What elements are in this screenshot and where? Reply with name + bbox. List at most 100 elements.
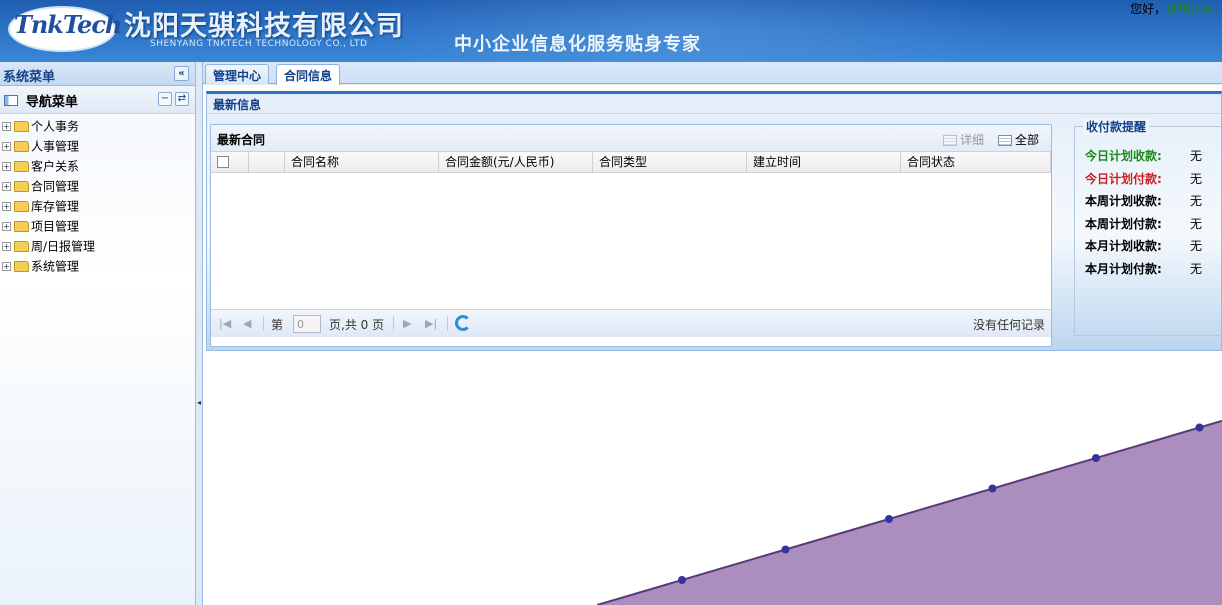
tree-item-system[interactable]: + 系统管理 [0,256,195,276]
area-chart [596,419,1222,605]
reminder-label: 今日计划收款: [1085,149,1162,163]
expand-icon[interactable]: + [2,162,11,171]
prev-page-icon[interactable]: ◀ [243,317,251,330]
column-contract-type[interactable]: 合同类型 [593,152,747,173]
news-panel: 最新信息 最新合同 详细 全部 合同名称 合同金额(元/人民币) 合同类型 建立… [206,91,1222,351]
refresh-icon[interactable] [455,315,471,331]
sidebar: 系统菜单 « 导航菜单 − ⇄ + 个人事务 + 人事管理 + 客户关系 + 合同管理 … [0,62,196,605]
tree-item-contracts[interactable]: + 合同管理 [0,176,195,196]
nav-menu-title: 导航菜单 [25,95,78,110]
folder-icon [14,241,29,252]
main-area: 管理中心 合同信息 最新信息 最新合同 详细 全部 合同名称 合同金额(元/人民… [203,62,1222,605]
expand-icon[interactable]: + [2,142,11,151]
tree-item-label: 系统管理 [31,259,80,274]
first-page-icon[interactable]: |◀ [219,317,231,330]
column-contract-amount[interactable]: 合同金额(元/人民币) [439,152,593,173]
nav-tree: + 个人事务 + 人事管理 + 客户关系 + 合同管理 + 库存管理 + 项目管理 + 周/日… [0,114,195,276]
tree-item-label: 周/日报管理 [31,239,96,254]
logo-text: TnkTech [14,10,122,39]
column-contract-status[interactable]: 合同状态 [901,152,1051,173]
reminder-today-pay: 今日计划付款: 无 [1085,170,1202,187]
select-all-checkbox[interactable] [217,155,229,168]
column-contract-name[interactable]: 合同名称 [285,152,439,173]
detail-button[interactable]: 详细 [943,131,984,148]
tree-item-hr[interactable]: + 人事管理 [0,136,195,156]
tree-item-label: 个人事务 [31,119,80,134]
nav-menu-header: 导航菜单 − ⇄ [0,86,195,114]
expand-icon[interactable]: + [2,122,11,131]
tab-bar: 管理中心 合同信息 [203,62,1222,85]
reminder-value: 无 [1190,194,1203,208]
data-point-2[interactable] [781,545,790,554]
chart-area [212,358,1222,605]
slogan: 中小企业信息化服务贴身专家 [454,34,701,55]
data-point-1[interactable] [678,576,686,584]
tree-item-label: 人事管理 [31,139,80,154]
pager-separator [263,316,264,331]
payment-reminder-title: 收付款提醒 [1083,118,1150,135]
tree-item-inventory[interactable]: + 库存管理 [0,196,195,216]
data-point-6[interactable] [1195,423,1204,432]
tree-item-projects[interactable]: + 项目管理 [0,216,195,236]
collapse-all-button[interactable]: − [158,92,172,106]
list-icon [998,135,1012,146]
tree-item-label: 客户关系 [31,159,80,174]
reminder-month-pay: 本月计划付款: 无 [1085,260,1202,277]
expand-icon[interactable]: + [2,182,11,191]
tree-item-label: 库存管理 [31,199,80,214]
current-user-link[interactable]: 试用人员, [1166,2,1218,16]
news-panel-title: 最新信息 [207,94,1221,114]
data-point-3[interactable] [885,515,893,523]
reminder-value: 无 [1190,217,1203,231]
collapse-arrow-icon[interactable]: ◂ [197,398,201,407]
detail-button-label: 详细 [960,133,985,147]
latest-contracts-header: 最新合同 详细 全部 [211,125,1051,151]
tab-content: 最新信息 最新合同 详细 全部 合同名称 合同金额(元/人民币) 合同类型 建立… [203,85,1222,605]
collapse-sidebar-button[interactable]: « [174,66,189,81]
app-header: TnkTech 沈阳天骐科技有限公司 SHENYANG TNKTECH TECH… [0,0,1222,62]
select-all-column[interactable] [211,152,249,173]
tree-item-reports[interactable]: + 周/日报管理 [0,236,195,256]
expand-icon[interactable]: + [2,222,11,231]
tree-item-label: 项目管理 [31,219,80,234]
next-page-icon[interactable]: ▶ [403,317,411,330]
column-created-time[interactable]: 建立时间 [747,152,901,173]
reminder-label: 今日计划付款: [1085,172,1162,186]
show-all-button-label: 全部 [1015,133,1040,147]
sidebar-splitter[interactable]: ◂ [196,62,203,605]
expand-icon[interactable]: + [2,202,11,211]
folder-icon [14,261,29,272]
data-point-4[interactable] [988,484,997,493]
data-point-5[interactable] [1092,454,1100,462]
tree-item-label: 合同管理 [31,179,80,194]
last-page-icon[interactable]: ▶| [425,317,437,330]
page-number-input[interactable] [293,315,321,333]
latest-contracts-panel: 最新合同 详细 全部 合同名称 合同金额(元/人民币) 合同类型 建立时间 合同… [210,124,1052,347]
greeting-text: 您好， [1130,2,1167,16]
folder-icon [14,121,29,132]
reminder-month-receive: 本月计划收款: 无 [1085,237,1202,254]
folder-icon [14,221,29,232]
expand-icon[interactable]: + [2,242,11,251]
row-number-column [249,152,285,173]
pager-separator [393,316,394,331]
tree-item-personal[interactable]: + 个人事务 [0,116,195,136]
no-records-text: 没有任何记录 [972,318,1045,332]
reminder-today-receive: 今日计划收款: 无 [1085,147,1202,164]
tab-management-center[interactable]: 管理中心 [205,64,270,84]
reminder-value: 无 [1190,239,1203,253]
payment-reminder-panel: 收付款提醒 今日计划收款: 无 今日计划付款: 无 本周计划收款: 无 本周计划付款:… [1074,118,1222,336]
refresh-menu-button[interactable]: ⇄ [175,92,189,106]
folder-icon [14,141,29,152]
tab-contract-info[interactable]: 合同信息 [276,64,341,85]
detail-icon [943,135,957,146]
latest-contracts-title: 最新合同 [217,133,266,147]
company-name-en: SHENYANG TNKTECH TECHNOLOGY CO., LTD [150,39,368,49]
company-name: 沈阳天骐科技有限公司 [124,11,404,42]
pager-separator [447,316,448,331]
tree-item-crm[interactable]: + 客户关系 [0,156,195,176]
expand-icon[interactable]: + [2,262,11,271]
reminder-value: 无 [1190,172,1203,186]
reminder-value: 无 [1190,149,1203,163]
show-all-button[interactable]: 全部 [998,131,1039,148]
